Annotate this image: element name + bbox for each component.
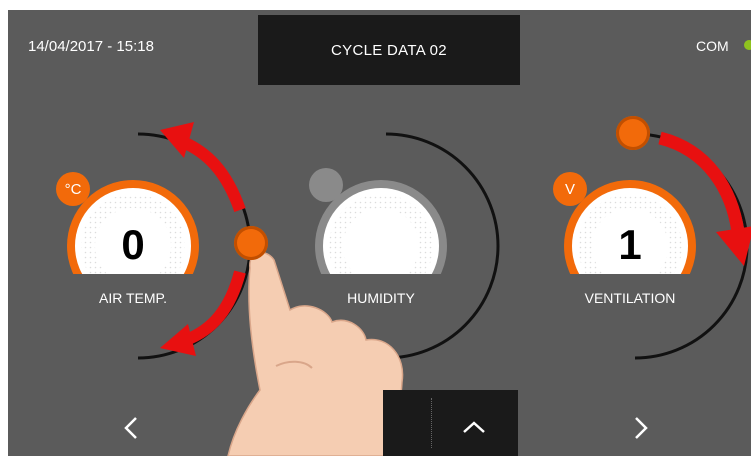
rotate-up-arrow-icon bbox=[180, 136, 246, 213]
pointing-hand-icon bbox=[227, 251, 404, 456]
air-temp-unit-badge: °C bbox=[56, 172, 90, 206]
air-temp-label: AIR TEMP. bbox=[99, 290, 167, 306]
air-temp-knob[interactable] bbox=[234, 226, 268, 260]
prev-page-button[interactable] bbox=[112, 410, 152, 454]
rotate-down-arrow-icon bbox=[183, 270, 246, 346]
next-page-button[interactable] bbox=[620, 410, 660, 454]
chevron-left-icon bbox=[124, 417, 137, 439]
chevron-right-icon bbox=[635, 417, 648, 439]
ventilation-label: VENTILATION bbox=[584, 290, 676, 306]
bar-divider bbox=[431, 398, 432, 448]
humidity-knob[interactable] bbox=[309, 168, 343, 202]
ventilation-unit-badge: V bbox=[553, 172, 587, 206]
bottom-action-bar bbox=[383, 390, 518, 456]
humidity-label: HUMIDITY bbox=[347, 290, 415, 306]
com-status-label: COM bbox=[696, 38, 729, 54]
cycle-data-screen: 14/04/2017 - 15:18 CYCLE DATA 02 COM °C … bbox=[8, 10, 751, 456]
datetime-display: 14/04/2017 - 15:18 bbox=[28, 38, 154, 55]
com-status-indicator bbox=[744, 40, 751, 50]
chevron-up-icon bbox=[463, 421, 485, 433]
ventilation-knob[interactable] bbox=[616, 116, 650, 150]
page-title: CYCLE DATA 02 bbox=[258, 15, 520, 85]
up-button[interactable] bbox=[454, 410, 494, 454]
ventilation-value: 1 bbox=[618, 221, 642, 268]
air-temp-value: 0 bbox=[121, 221, 145, 268]
